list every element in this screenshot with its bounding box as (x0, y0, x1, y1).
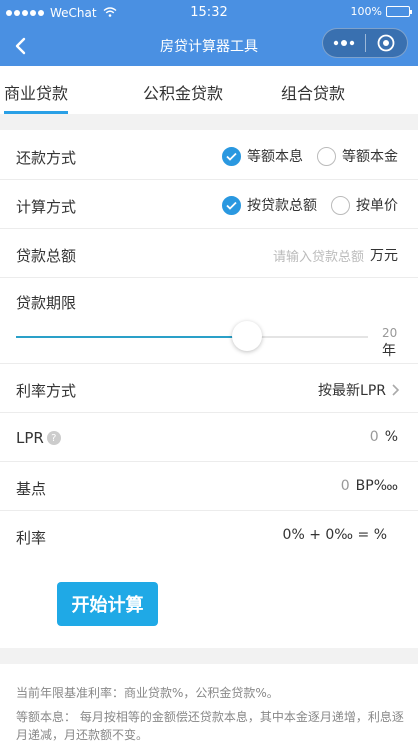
help-icon[interactable]: ? (46, 431, 61, 445)
option-label: 按贷款总额 (247, 198, 317, 214)
lpr-label: LPR (16, 429, 44, 447)
term-slider-unit: 年 (382, 343, 396, 359)
option-label: 按单价 (356, 198, 398, 214)
repayment-method-row: 还款方式 等额本息 等额本金 (0, 131, 418, 180)
radio-unchecked-icon (317, 146, 336, 166)
calc-method-label: 计算方式 (16, 198, 77, 216)
loan-term-row: 贷款期限 (0, 278, 418, 364)
repayment-explanation-note: 等额本息： 每月按相等的金额偿还贷款本息，其中本金逐月递增，利息逐月递减，月还款… (16, 710, 404, 742)
benchmark-rate-note: 当前年限基准利率：商业贷款%，公积金贷款%。 (16, 686, 279, 700)
status-bar: WeChat 15:32 100% (0, 0, 418, 26)
radio-unchecked-icon (331, 195, 350, 215)
close-miniprogram-button[interactable] (366, 29, 407, 57)
rate-mode-row[interactable]: 利率方式 按最新LPR (0, 364, 418, 413)
term-slider-value: 20 (382, 326, 398, 340)
tab-commercial-loan[interactable]: 商业贷款 (4, 80, 68, 104)
battery-percent: 100% (350, 5, 382, 18)
option-by-unit-price[interactable]: 按单价 (331, 195, 398, 215)
rate-mode-label: 利率方式 (16, 382, 77, 400)
lpr-unit: % (384, 429, 398, 445)
loan-total-input[interactable]: 请输入贷款总额 (273, 246, 364, 265)
active-tab-indicator (4, 111, 68, 114)
lpr-row: LPR ? 0 % (0, 413, 418, 462)
option-by-total-amount[interactable]: 按贷款总额 (222, 195, 317, 215)
basis-point-unit: BP‱ (355, 478, 398, 494)
interest-rate-row: 利率 0% + 0‰ = % (0, 511, 418, 560)
option-equal-installment[interactable]: 等额本息 (222, 146, 303, 166)
info-notes: 当前年限基准利率：商业贷款%，公积金贷款%。 等额本息： 每月按相等的金额偿还贷… (0, 664, 418, 747)
chevron-right-icon (392, 384, 400, 396)
option-equal-principal[interactable]: 等额本金 (317, 146, 398, 166)
loan-type-tabs: 商业贷款 公积金贷款 组合贷款 (0, 66, 418, 114)
tab-provident-fund-loan[interactable]: 公积金贷款 (143, 80, 223, 104)
miniprogram-capsule (322, 28, 408, 58)
loan-term-label: 贷款期限 (16, 294, 77, 312)
radio-checked-icon (222, 195, 241, 215)
term-slider-thumb[interactable] (231, 321, 262, 351)
interest-rate-label: 利率 (16, 529, 47, 547)
option-label: 等额本金 (342, 149, 398, 165)
radio-checked-icon (222, 146, 241, 166)
target-circle-icon (378, 34, 395, 52)
loan-total-label: 贷款总额 (16, 247, 77, 265)
term-slider-fill (16, 336, 247, 338)
lpr-input[interactable]: 0 (370, 429, 379, 445)
loan-total-row: 贷款总额 请输入贷款总额 万元 (0, 229, 418, 278)
battery-indicator: 100% (350, 5, 412, 18)
navigation-bar: 房贷计算器工具 (0, 26, 418, 66)
calc-method-row: 计算方式 按贷款总额 按单价 (0, 180, 418, 229)
basis-point-label: 基点 (16, 480, 47, 498)
repayment-method-label: 还款方式 (16, 149, 77, 167)
interest-rate-value: 0% + 0‰ = % (282, 527, 387, 543)
start-calculation-button[interactable]: 开始计算 (57, 582, 158, 626)
tab-combined-loan[interactable]: 组合贷款 (281, 80, 345, 104)
option-label: 等额本息 (247, 149, 303, 165)
loan-total-unit: 万元 (370, 248, 398, 264)
basis-point-input[interactable]: 0 (341, 478, 350, 494)
battery-icon (386, 6, 412, 17)
more-dots-icon (333, 40, 355, 46)
more-button[interactable] (323, 29, 365, 57)
basis-point-row: 基点 0 BP‱ (0, 462, 418, 511)
rate-mode-value: 按最新LPR (318, 383, 386, 399)
